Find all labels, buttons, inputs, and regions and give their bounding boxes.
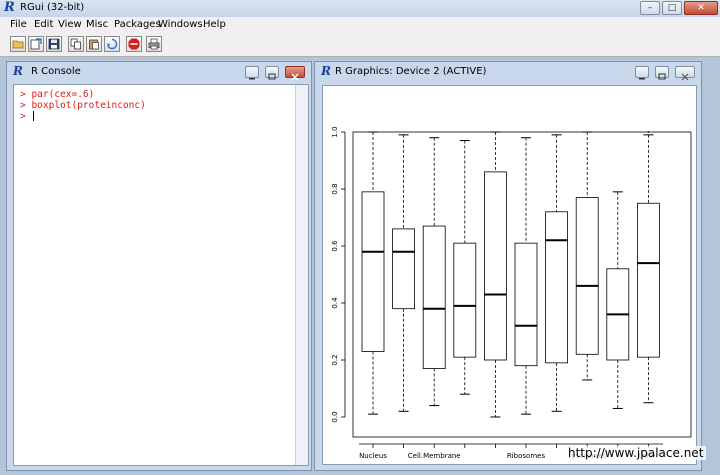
box-group bbox=[606, 191, 630, 409]
rgui-application: R RGui (32-bit) – □ ✕ File Edit View Mis… bbox=[0, 0, 720, 475]
box-iqr bbox=[514, 242, 538, 367]
console-line: > par(cex=.6) bbox=[20, 89, 95, 100]
paste-button[interactable] bbox=[86, 36, 102, 52]
close-icon: ✕ bbox=[697, 3, 705, 13]
maximize-icon: □ bbox=[667, 3, 677, 13]
toolbar bbox=[0, 33, 720, 57]
console-line: > boxplot(proteinconc) bbox=[20, 100, 146, 111]
menu-bar: File Edit View Misc Packages Windows Hel… bbox=[0, 17, 720, 34]
console-scrollbar[interactable] bbox=[295, 85, 308, 465]
save-workspace-icon bbox=[48, 38, 60, 50]
minimize-icon bbox=[249, 78, 255, 80]
copy-paste-button[interactable] bbox=[104, 36, 120, 52]
menu-file[interactable]: File bbox=[10, 19, 27, 30]
r-logo-icon: R bbox=[13, 64, 23, 78]
close-icon bbox=[291, 73, 299, 81]
boxplot-chart: 0.0 0.2 0.4 0.6 0.8 1.0 Nucleus Cell.Membrane R… bbox=[331, 126, 692, 460]
box-group bbox=[483, 131, 507, 418]
menu-misc[interactable]: Misc bbox=[86, 19, 108, 30]
open-script-button[interactable] bbox=[10, 36, 26, 52]
load-workspace-icon bbox=[30, 38, 42, 50]
box-iqr bbox=[453, 242, 477, 358]
close-button[interactable]: ✕ bbox=[684, 1, 718, 15]
print-icon bbox=[148, 38, 160, 50]
minimize-button[interactable]: – bbox=[640, 1, 660, 15]
minimize-icon: – bbox=[647, 3, 653, 13]
box-iqr bbox=[636, 202, 660, 358]
box-iqr bbox=[545, 211, 569, 364]
open-script-icon bbox=[12, 40, 24, 49]
x-tick-label: Ribosomes bbox=[507, 452, 546, 460]
box-group bbox=[422, 137, 446, 407]
graphics-maximize-button[interactable] bbox=[655, 66, 669, 80]
box-iqr bbox=[483, 171, 507, 361]
box-group bbox=[392, 134, 415, 412]
maximize-icon bbox=[658, 73, 666, 80]
r-logo-icon: R bbox=[4, 0, 15, 15]
app-titlebar[interactable]: R RGui (32-bit) – □ ✕ bbox=[0, 0, 720, 18]
watermark: http://www.jpalace.net bbox=[565, 446, 707, 460]
console-prompt: > bbox=[20, 111, 26, 122]
graphics-device: 0.0 0.2 0.4 0.6 0.8 1.0 Nucleus Cell.Membrane R… bbox=[322, 85, 697, 465]
stop-button[interactable] bbox=[126, 36, 142, 52]
mdi-workspace: R R Console > par(cex=.6) > boxplot(prot… bbox=[0, 57, 720, 475]
box-group bbox=[545, 134, 569, 412]
console-close-button[interactable] bbox=[285, 66, 305, 81]
stop-icon bbox=[128, 38, 140, 50]
graphics-close-button[interactable] bbox=[675, 66, 695, 81]
load-workspace-button[interactable] bbox=[28, 36, 44, 52]
y-tick-label: 0.4 bbox=[331, 297, 339, 309]
x-tick-label: Cell.Membrane bbox=[408, 452, 461, 460]
box-iqr bbox=[422, 225, 446, 369]
maximize-icon bbox=[268, 73, 276, 80]
r-console-title: R Console bbox=[31, 66, 81, 77]
box-group bbox=[636, 134, 660, 404]
r-console-window[interactable]: R R Console > par(cex=.6) > boxplot(prot… bbox=[6, 61, 312, 471]
y-tick-label: 1.0 bbox=[331, 126, 339, 137]
menu-edit[interactable]: Edit bbox=[34, 19, 53, 30]
print-button[interactable] bbox=[146, 36, 162, 52]
y-tick-label: 0.8 bbox=[331, 183, 339, 194]
copy-button[interactable] bbox=[68, 36, 84, 52]
box-iqr bbox=[575, 197, 599, 355]
y-tick-label: 0.0 bbox=[331, 411, 339, 422]
box-group bbox=[575, 131, 599, 381]
app-title: RGui (32-bit) bbox=[20, 2, 85, 13]
box-group bbox=[514, 137, 538, 415]
y-tick-label: 0.2 bbox=[331, 354, 339, 365]
graphics-minimize-button[interactable] bbox=[635, 66, 649, 80]
console-maximize-button[interactable] bbox=[265, 66, 279, 80]
x-tick-label: Nucleus bbox=[359, 452, 387, 460]
save-workspace-button[interactable] bbox=[46, 36, 62, 52]
r-console-titlebar[interactable]: R R Console bbox=[7, 62, 311, 82]
y-tick-label: 0.6 bbox=[331, 240, 339, 252]
copy-icon bbox=[70, 38, 81, 50]
minimize-icon bbox=[639, 78, 645, 80]
menu-windows[interactable]: Windows bbox=[158, 19, 203, 30]
box-iqr bbox=[361, 191, 385, 352]
text-cursor bbox=[33, 111, 34, 121]
menu-view[interactable]: View bbox=[58, 19, 82, 30]
box-iqr bbox=[392, 228, 415, 310]
box-group bbox=[361, 131, 385, 415]
console-minimize-button[interactable] bbox=[245, 66, 259, 80]
maximize-button[interactable]: □ bbox=[662, 1, 682, 15]
r-logo-icon: R bbox=[321, 64, 331, 78]
r-graphics-title: R Graphics: Device 2 (ACTIVE) bbox=[335, 66, 487, 77]
menu-help[interactable]: Help bbox=[203, 19, 226, 30]
copy-paste-icon bbox=[107, 38, 118, 50]
close-icon bbox=[681, 73, 689, 81]
paste-icon bbox=[89, 39, 99, 50]
r-graphics-titlebar[interactable]: R R Graphics: Device 2 (ACTIVE) bbox=[315, 62, 701, 82]
console-output[interactable]: > par(cex=.6) > boxplot(proteinconc) > bbox=[13, 84, 309, 466]
r-graphics-window[interactable]: R R Graphics: Device 2 (ACTIVE) 0.0 0.2 0.… bbox=[314, 61, 702, 471]
box-group bbox=[453, 140, 477, 395]
menu-packages[interactable]: Packages bbox=[114, 19, 161, 30]
outlier-point bbox=[647, 131, 650, 133]
